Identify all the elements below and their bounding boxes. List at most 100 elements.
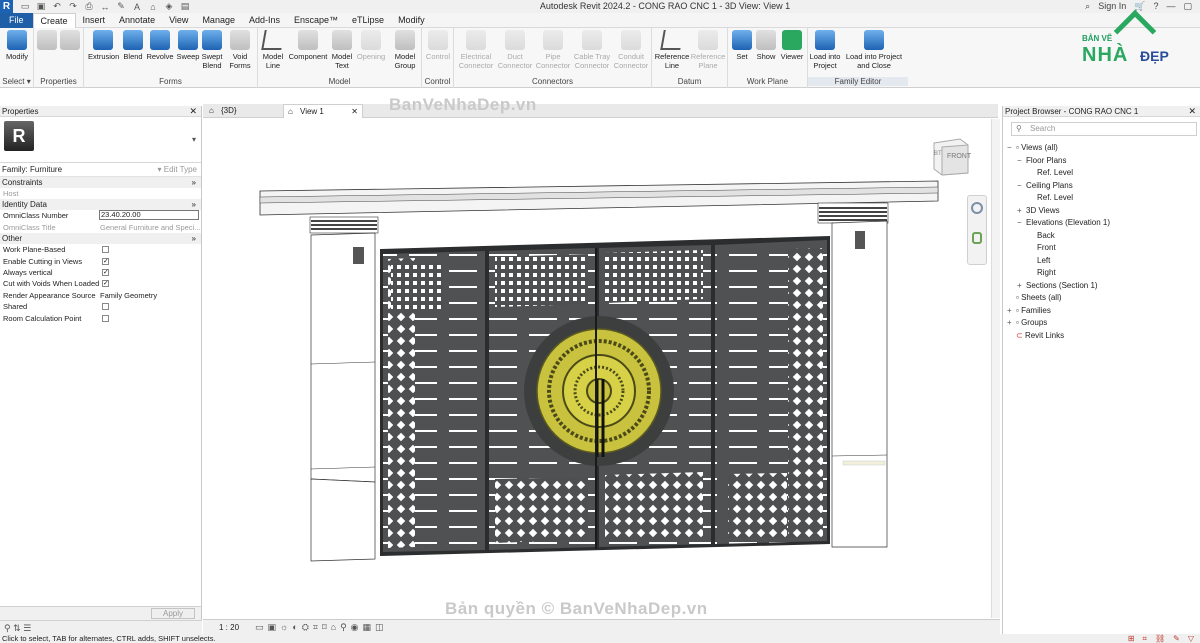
sort-icon[interactable]: ⇅ [13, 623, 21, 633]
tab-insert[interactable]: Insert [76, 13, 113, 28]
type-selector[interactable]: R ▾ [0, 117, 201, 163]
worksets-icon[interactable]: ⊞ [1128, 634, 1135, 643]
viewer-button[interactable]: Viewer [778, 30, 806, 61]
section-constraints[interactable]: Constraints » [0, 177, 201, 188]
duct-connector-button[interactable]: Duct Connector [496, 30, 534, 70]
tree-item[interactable]: − Elevations (Elevation 1) [1017, 217, 1110, 228]
tree-item[interactable]: ▫ Sheets (all) [1007, 292, 1062, 303]
render-icon[interactable]: ⛭ [302, 620, 309, 635]
electrical-connector-button[interactable]: Electrical Connector [456, 30, 496, 70]
edit-type-button[interactable]: ▾ Edit Type [158, 163, 197, 177]
tab-manage[interactable]: Manage [195, 13, 242, 28]
sweep-button[interactable]: Sweep [175, 30, 201, 61]
opening-button[interactable]: Opening [355, 30, 387, 61]
tree-item[interactable]: Ref. Level [1037, 192, 1073, 203]
tree-item[interactable]: Left [1037, 255, 1050, 266]
minimize-icon[interactable]: — [1166, 1, 1175, 11]
close-icon[interactable]: ✕ [189, 106, 197, 117]
omniclass-number-input[interactable]: 23.40.20.00 [99, 210, 199, 221]
tab-file[interactable]: File [0, 12, 33, 28]
revolve-button[interactable]: Revolve [146, 30, 174, 61]
maximize-icon[interactable]: ▢ [1183, 1, 1192, 12]
reference-line-button[interactable]: Reference Line [654, 30, 690, 70]
enable-cutting-checkbox[interactable]: ✓ [102, 257, 109, 265]
show-work-plane-button[interactable]: Show [754, 30, 778, 61]
load-into-project-close-button[interactable]: Load into Project and Close [842, 30, 906, 70]
search-icon[interactable]: ⌕ [1085, 1, 1090, 12]
collapse-icon[interactable]: » [192, 233, 196, 244]
show-crop-icon[interactable]: ⌑ [322, 620, 327, 635]
tree-item[interactable]: +3D Views [1017, 205, 1060, 216]
extrusion-button[interactable]: Extrusion [88, 30, 119, 61]
room-calculation-checkbox[interactable] [102, 314, 109, 322]
crop-view-icon[interactable]: ⌗ [313, 620, 318, 635]
conduit-connector-button[interactable]: Conduit Connector [612, 30, 650, 70]
analytical-icon[interactable]: ▦ [363, 620, 372, 635]
void-forms-button[interactable]: Void Forms [227, 30, 253, 70]
select-pinned-icon[interactable]: ✎ [1173, 634, 1180, 643]
apply-button[interactable]: Apply [151, 608, 195, 619]
temporary-hide-icon[interactable]: ⚲ [340, 620, 347, 635]
tree-item[interactable]: ⊂ Revit Links [1007, 330, 1064, 341]
sign-in-link[interactable]: Sign In [1098, 1, 1126, 11]
tab-create[interactable]: Create [32, 12, 76, 28]
visual-style-icon[interactable]: ▣ [268, 620, 277, 635]
pipe-connector-button[interactable]: Pipe Connector [534, 30, 572, 70]
zoom-icon[interactable] [972, 232, 982, 244]
reveal-hidden-icon[interactable]: ◉ [351, 620, 359, 635]
lock-3d-icon[interactable]: ⌂ [331, 620, 336, 635]
close-icon[interactable]: ✕ [1188, 106, 1196, 117]
help-icon[interactable]: ? [1153, 1, 1158, 11]
filter-icon[interactable]: ▽ [1188, 634, 1194, 643]
tree-item[interactable]: + ▫ Groups [1007, 317, 1047, 328]
section-identity-data[interactable]: Identity Data » [0, 199, 201, 211]
tree-item[interactable]: − ▫ Views (all) [1007, 142, 1058, 153]
tab-view[interactable]: View [162, 13, 195, 28]
select-dropdown[interactable]: Select ▾ [0, 77, 33, 86]
shared-checkbox[interactable] [102, 303, 109, 311]
tab-add-ins[interactable]: Add-Ins [242, 13, 287, 28]
modify-button[interactable]: Modify [2, 30, 32, 61]
section-other[interactable]: Other » [0, 233, 201, 245]
collapse-icon[interactable]: » [192, 177, 196, 188]
reference-plane-button[interactable]: Reference Plane [690, 30, 726, 70]
drawing-canvas[interactable]: BanVeNhaDep.vn Bản quyền © BanVeNhaDep.v… [203, 95, 991, 618]
tree-item[interactable]: Right [1037, 267, 1056, 278]
blend-button[interactable]: Blend [121, 30, 145, 61]
tab-enscape[interactable]: Enscape™ [287, 13, 345, 28]
viewcube[interactable]: BT FRONT [930, 137, 972, 177]
tab-etlipse[interactable]: eTLipse [345, 13, 391, 28]
shadows-icon[interactable]: ◐ [292, 620, 297, 635]
view-scale[interactable]: 1 : 20 [219, 620, 239, 635]
tree-item[interactable]: + Sections (Section 1) [1017, 280, 1098, 291]
chevron-down-icon[interactable]: ▾ [192, 135, 196, 144]
collapse-icon[interactable]: » [192, 199, 196, 210]
tree-item[interactable]: Ref. Level [1037, 167, 1073, 178]
browser-search-input[interactable]: ⚲ Search [1011, 122, 1197, 136]
sun-path-icon[interactable]: ☼ [280, 620, 288, 635]
steering-wheel-icon[interactable] [971, 202, 983, 214]
tree-item[interactable]: − Ceiling Plans [1017, 180, 1073, 191]
load-into-project-button[interactable]: Load into Project [808, 30, 842, 70]
family-types-button[interactable] [60, 30, 80, 52]
model-line-button[interactable]: Model Line [260, 30, 286, 70]
work-plane-based-checkbox[interactable] [102, 246, 109, 254]
tree-item[interactable]: Front [1037, 242, 1056, 253]
tree-item[interactable]: + ▫ Families [1007, 305, 1051, 316]
vertical-scrollbar[interactable] [991, 119, 1000, 618]
cable-tray-connector-button[interactable]: Cable Tray Connector [572, 30, 612, 70]
design-options-icon[interactable]: ⌗ [1142, 634, 1147, 643]
tab-view-1[interactable]: ⌂ View 1 ✕ [283, 104, 363, 118]
highlight-icon[interactable]: ◫ [375, 620, 384, 635]
tab-modify[interactable]: Modify [391, 13, 432, 28]
family-category-button[interactable] [37, 30, 57, 52]
detail-level-icon[interactable]: ▭ [255, 620, 264, 635]
tree-item[interactable]: − Floor Plans [1017, 155, 1066, 166]
always-vertical-checkbox[interactable]: ✓ [102, 268, 109, 276]
model-text-button[interactable]: Model Text [330, 30, 354, 70]
family-filter[interactable]: Family: Furniture ▾ Edit Type [0, 163, 201, 177]
navigation-bar[interactable] [967, 195, 987, 265]
filter-icon[interactable]: ⚲ [4, 623, 11, 633]
component-button[interactable]: Component [286, 30, 330, 61]
close-tab-icon[interactable]: ✕ [351, 105, 358, 119]
